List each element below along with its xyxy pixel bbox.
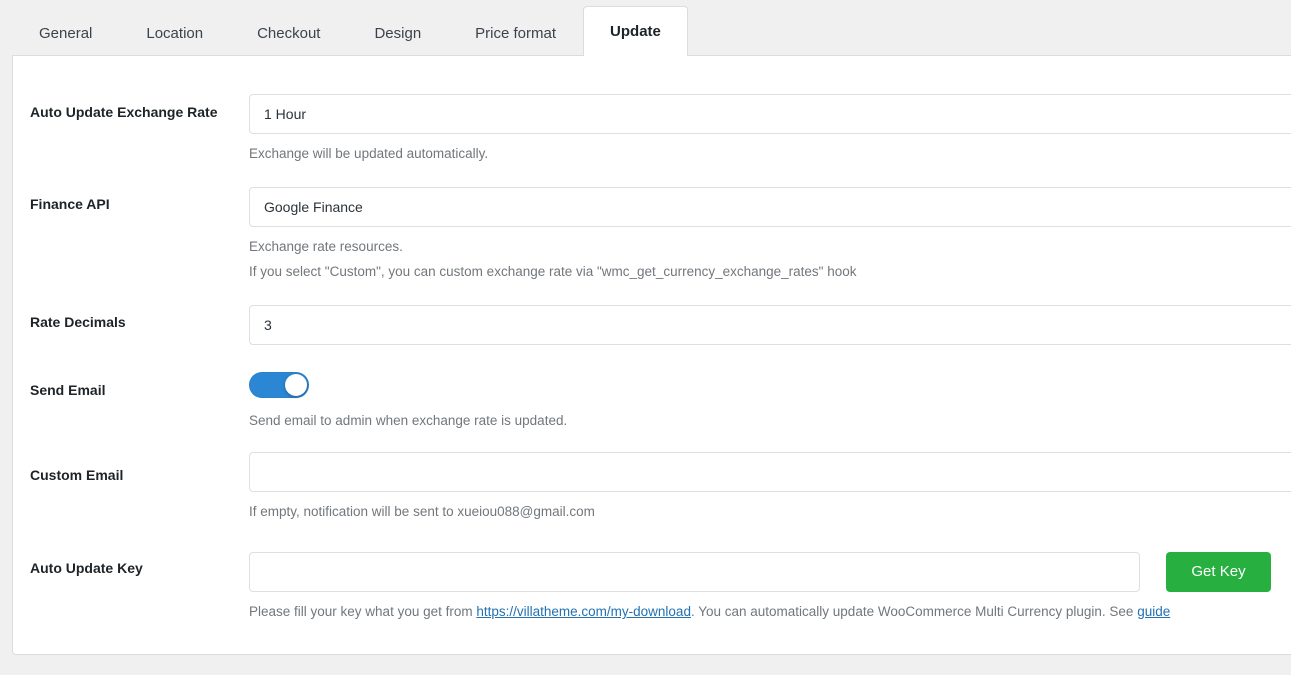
tab-location[interactable]: Location — [119, 9, 230, 56]
label-auto-update-key: Auto Update Key — [30, 559, 245, 577]
description-middle-text: . You can automatically update WooCommer… — [691, 604, 1137, 619]
field-custom-email: If empty, notification will be sent to x… — [249, 452, 1291, 521]
get-key-button[interactable]: Get Key — [1166, 552, 1271, 592]
auto-update-key-input[interactable] — [249, 552, 1140, 592]
custom-email-input[interactable] — [249, 452, 1291, 492]
finance-api-select[interactable] — [249, 187, 1291, 227]
field-rate-decimals — [249, 305, 1291, 345]
my-download-link[interactable]: https://villatheme.com/my-download — [476, 604, 691, 619]
description-stack-finance-api: Exchange rate resources. If you select "… — [249, 237, 1291, 281]
label-custom-email: Custom Email — [30, 466, 245, 484]
label-rate-decimals: Rate Decimals — [30, 313, 245, 331]
field-auto-update-exchange-rate: Exchange will be updated automatically. — [249, 94, 1291, 163]
field-auto-update-key: Get Key Please fill your key what you ge… — [249, 552, 1291, 621]
rate-decimals-input[interactable] — [249, 305, 1291, 345]
field-send-email: Send email to admin when exchange rate i… — [249, 372, 1291, 430]
description-finance-api-resources: Exchange rate resources. — [249, 237, 1291, 256]
auto-update-exchange-rate-select[interactable] — [249, 94, 1291, 134]
description-prefix-text: Please fill your key what you get from — [249, 604, 476, 619]
tab-list: General Location Checkout Design Price f… — [12, 0, 688, 56]
tab-price-format[interactable]: Price format — [448, 9, 583, 56]
label-auto-update-exchange-rate: Auto Update Exchange Rate — [30, 103, 245, 121]
tab-update[interactable]: Update — [583, 6, 688, 56]
description-custom-email: If empty, notification will be sent to x… — [249, 502, 1291, 521]
label-send-email: Send Email — [30, 381, 245, 399]
description-send-email: Send email to admin when exchange rate i… — [249, 411, 1291, 430]
update-settings-panel: Auto Update Exchange Rate Exchange will … — [12, 55, 1291, 655]
guide-link[interactable]: guide — [1137, 604, 1170, 619]
toggle-knob-icon — [285, 374, 307, 396]
description-auto-update-key: Please fill your key what you get from h… — [249, 602, 1291, 621]
tab-design[interactable]: Design — [347, 9, 448, 56]
tab-checkout[interactable]: Checkout — [230, 9, 347, 56]
description-finance-api-custom-hook: If you select "Custom", you can custom e… — [249, 262, 1291, 281]
label-finance-api: Finance API — [30, 195, 245, 213]
tab-general[interactable]: General — [12, 9, 119, 56]
send-email-toggle[interactable] — [249, 372, 309, 398]
settings-tab-bar: General Location Checkout Design Price f… — [0, 0, 1291, 56]
description-auto-update-exchange-rate: Exchange will be updated automatically. — [249, 144, 1291, 163]
field-finance-api: Exchange rate resources. If you select "… — [249, 187, 1291, 281]
